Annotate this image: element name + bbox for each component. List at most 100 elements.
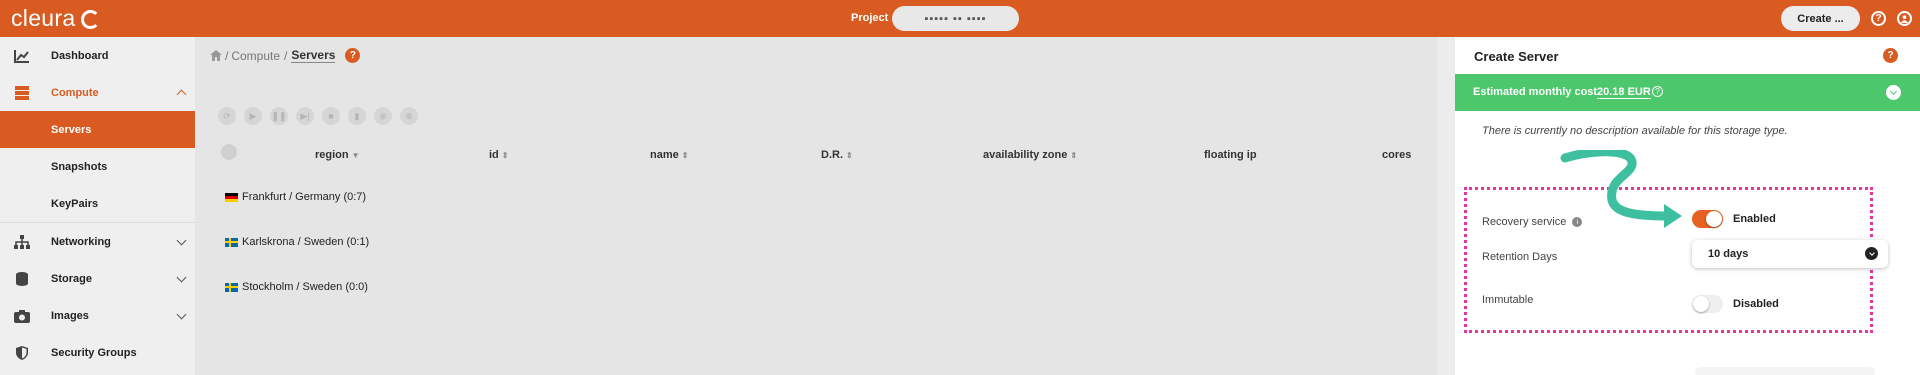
column-label: id: [489, 149, 499, 161]
home-icon[interactable]: [210, 50, 222, 61]
sort-icon: ⇕: [681, 151, 689, 160]
chevron-down-icon: [176, 272, 187, 283]
select-all-checkbox[interactable]: [221, 144, 237, 160]
brand-logo[interactable]: cleura: [11, 5, 101, 32]
chevron-down-icon: [176, 309, 187, 320]
column-label: availability zone: [983, 149, 1068, 161]
retention-days-label: Retention Days: [1482, 251, 1558, 263]
pause-icon[interactable]: ❚❚: [270, 107, 288, 125]
project-label: Project: [851, 12, 889, 24]
brand-mark-icon: [81, 10, 101, 29]
play-icon[interactable]: ▶: [244, 107, 262, 125]
sidebar-item-label: KeyPairs: [51, 197, 99, 210]
camera-icon: [14, 309, 30, 323]
cost-value[interactable]: 20.18 EUR: [1597, 86, 1651, 99]
sidebar-item-label: Compute: [51, 86, 99, 99]
sidebar: Dashboard Compute Servers Snapshots KeyP…: [0, 37, 195, 375]
cost-label: Estimated monthly cost: [1473, 86, 1598, 98]
sidebar-item-label: Security Groups: [51, 346, 137, 359]
sidebar-item-servers[interactable]: Servers: [0, 111, 195, 148]
breadcrumb-current: Servers: [291, 48, 336, 63]
top-bar: cleura Project ▪▪▪▪▪ ▪▪ ▪▪▪▪ Create ... …: [0, 0, 1920, 37]
sidebar-item-label: Storage: [51, 272, 92, 285]
sidebar-item-images[interactable]: Images: [0, 297, 195, 334]
breadcrumb: / Compute / Servers ?: [210, 48, 361, 63]
column-header-dr[interactable]: D.R. ⇕: [821, 149, 853, 161]
column-label: D.R.: [821, 149, 843, 161]
sort-icon: ⇕: [501, 151, 509, 160]
help-icon[interactable]: ?: [1883, 48, 1898, 63]
chevron-down-icon: [176, 235, 187, 246]
sidebar-item-label: Networking: [51, 235, 111, 248]
region-row-karlskrona[interactable]: Karlskrona / Sweden (0:1): [225, 236, 369, 248]
shield-icon: [16, 345, 28, 360]
sort-icon: ⇕: [846, 151, 853, 160]
server-icon: [15, 85, 29, 100]
immutable-toggle[interactable]: [1692, 295, 1723, 313]
region-row-frankfurt[interactable]: Frankfurt / Germany (0:7): [225, 191, 366, 203]
toggle-knob: [1706, 211, 1722, 227]
column-header-availability-zone[interactable]: availability zone ⇕: [983, 149, 1077, 161]
breadcrumb-separator: /: [284, 48, 288, 63]
refresh-icon[interactable]: ⟳: [218, 107, 236, 125]
immutable-state: Disabled: [1733, 298, 1779, 310]
estimated-cost-bar[interactable]: Estimated monthly cost 20.18 EUR ?: [1455, 74, 1920, 111]
annotation-arrow-icon: [1560, 150, 1682, 228]
region-label: Karlskrona / Sweden (0:1): [242, 236, 370, 248]
chevron-down-icon: [1865, 247, 1878, 260]
project-selector[interactable]: ▪▪▪▪▪ ▪▪ ▪▪▪▪: [892, 6, 1019, 31]
column-header-id[interactable]: id ⇕: [489, 149, 508, 161]
retention-days-value: 10 days: [1708, 248, 1749, 260]
sort-desc-icon: ▼: [351, 151, 360, 160]
sweden-flag-icon: [225, 237, 238, 247]
database-icon: [16, 271, 28, 286]
chevron-down-icon[interactable]: [1886, 85, 1901, 100]
retention-days-select[interactable]: 10 days: [1692, 240, 1888, 268]
panel-gutter: [1437, 37, 1455, 375]
sweden-flag-icon: [225, 282, 238, 292]
stop-icon[interactable]: ■: [322, 107, 340, 125]
help-icon[interactable]: ?: [345, 48, 361, 63]
sidebar-item-networking[interactable]: Networking: [0, 223, 195, 260]
help-icon[interactable]: ?: [1871, 11, 1886, 26]
column-header-floating-ip[interactable]: floating ip: [1204, 149, 1257, 161]
column-label: cores: [1382, 149, 1412, 161]
recovery-service-toggle[interactable]: [1692, 210, 1723, 228]
create-button[interactable]: Create ...: [1781, 6, 1860, 31]
sort-icon: ⇕: [1070, 151, 1078, 160]
sidebar-item-storage[interactable]: Storage: [0, 260, 195, 297]
toggle-knob: [1693, 296, 1709, 312]
user-icon[interactable]: [1897, 11, 1912, 26]
trash-icon[interactable]: ▮: [348, 107, 366, 125]
panel-title: Create Server: [1474, 49, 1559, 64]
sidebar-item-dashboard[interactable]: Dashboard: [0, 37, 195, 74]
sidebar-item-compute[interactable]: Compute: [0, 74, 195, 111]
germany-flag-icon: [225, 192, 238, 202]
column-label: floating ip: [1204, 149, 1257, 161]
sidebar-item-label: Dashboard: [51, 49, 109, 62]
globe-icon[interactable]: ⊕: [400, 107, 418, 125]
region-row-stockholm[interactable]: Stockholm / Sweden (0:0): [225, 281, 368, 293]
column-header-name[interactable]: name ⇕: [650, 149, 688, 161]
breadcrumb-compute[interactable]: Compute: [231, 49, 280, 63]
breadcrumb-separator: /: [225, 48, 229, 63]
sidebar-item-keypairs[interactable]: KeyPairs: [0, 185, 195, 222]
column-header-cores[interactable]: cores: [1382, 149, 1411, 161]
sidebar-item-label: Snapshots: [51, 160, 108, 173]
immutable-label: Immutable: [1482, 294, 1534, 306]
settings-icon[interactable]: ⊗: [374, 107, 392, 125]
skip-icon[interactable]: ▶|: [296, 107, 314, 125]
server-action-toolbar: ⟳ ▶ ❚❚ ▶| ■ ▮ ⊗ ⊕: [218, 107, 418, 125]
main-content: / Compute / Servers ? ⟳ ▶ ❚❚ ▶| ■ ▮ ⊗ ⊕ …: [195, 37, 1437, 375]
sidebar-item-label: Images: [51, 309, 89, 322]
sidebar-item-snapshots[interactable]: Snapshots: [0, 148, 195, 185]
region-label: Stockholm / Sweden (0:0): [242, 281, 368, 293]
column-header-region[interactable]: region ▼: [315, 149, 360, 161]
recovery-service-state: Enabled: [1733, 213, 1776, 225]
question-icon[interactable]: ?: [1652, 86, 1663, 97]
column-label: region: [315, 149, 349, 161]
sidebar-item-security-groups[interactable]: Security Groups: [0, 334, 195, 371]
chevron-up-icon: [176, 89, 187, 100]
next-field-card: [1695, 367, 1875, 375]
chart-icon: [14, 49, 29, 63]
